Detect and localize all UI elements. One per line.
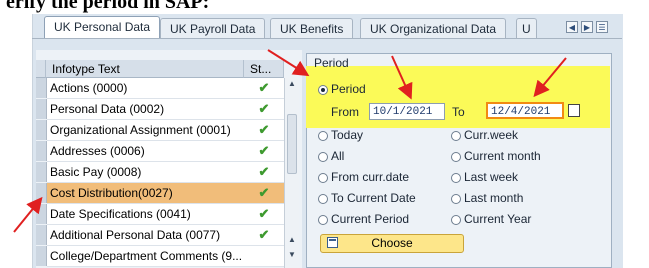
- radio-label-last-month: Last month: [464, 191, 524, 205]
- radio-current-month[interactable]: [451, 152, 461, 162]
- choose-button-label: Choose: [371, 236, 413, 250]
- check-icon: ✔: [258, 227, 270, 242]
- row-selector[interactable]: [36, 246, 47, 266]
- radio-label-current-period: Current Period: [331, 212, 410, 226]
- check-icon: ✔: [258, 101, 270, 116]
- tab-uk-personal-data[interactable]: UK Personal Data: [44, 16, 161, 39]
- radio-from-curr-date[interactable]: [318, 173, 328, 183]
- tab-strip-divider: [32, 38, 622, 39]
- table-row[interactable]: College/Department Comments (9...: [36, 246, 302, 267]
- from-date-field[interactable]: 10/1/2021: [369, 103, 445, 120]
- radio-label-today: Today: [331, 128, 364, 142]
- check-icon: ✔: [258, 164, 270, 179]
- check-icon: ✔: [258, 143, 270, 158]
- radio-last-month[interactable]: [451, 194, 461, 204]
- radio-label-all: All: [331, 149, 345, 163]
- calendar-icon[interactable]: [568, 104, 580, 117]
- period-group-title: Period: [314, 56, 349, 70]
- tab-uk-benefits[interactable]: UK Benefits: [270, 18, 354, 39]
- row-selector[interactable]: [36, 183, 47, 203]
- row-selector[interactable]: [36, 78, 47, 98]
- from-label: From: [331, 105, 359, 119]
- radio-label-from-curr-date: From curr.date: [331, 170, 410, 184]
- radio-period[interactable]: [318, 85, 328, 95]
- table-row[interactable]: Organizational Assignment (0001) ✔: [36, 120, 302, 141]
- radio-to-current-date[interactable]: [318, 194, 328, 204]
- column-header-status[interactable]: St...: [244, 60, 284, 78]
- table-row[interactable]: Basic Pay (0008) ✔: [36, 162, 302, 183]
- tab-scroll-left-icon[interactable]: ◀: [566, 21, 578, 33]
- radio-last-week[interactable]: [451, 173, 461, 183]
- infotype-text: Date Specifications (0041): [47, 204, 247, 225]
- infotype-text: Personal Data (0002): [47, 99, 247, 120]
- select-all-header[interactable]: [36, 60, 46, 78]
- infotype-text: Addresses (0006): [47, 141, 247, 162]
- table-scrollbar[interactable]: ▲ ▲ ▼: [284, 78, 299, 268]
- to-date-field[interactable]: 12/4/2021: [486, 102, 564, 119]
- column-header-infotype-text[interactable]: Infotype Text: [46, 60, 244, 78]
- row-selector[interactable]: [36, 120, 47, 140]
- table-row[interactable]: Actions (0000) ✔: [36, 78, 302, 99]
- infotype-text: College/Department Comments (9...: [47, 246, 247, 267]
- to-label: To: [452, 105, 465, 119]
- check-icon: ✔: [258, 185, 270, 200]
- choose-button[interactable]: Choose: [320, 234, 464, 253]
- check-icon: ✔: [258, 80, 270, 95]
- tab-scroll-right-icon[interactable]: ▶: [581, 21, 593, 33]
- radio-label-curr-week: Curr.week: [464, 128, 519, 142]
- scroll-up-icon[interactable]: ▲: [285, 234, 299, 246]
- scroll-down-icon[interactable]: ▼: [285, 249, 299, 261]
- row-selector[interactable]: [36, 225, 47, 245]
- radio-label-current-year: Current Year: [464, 212, 532, 226]
- table-row-selected[interactable]: Cost Distribution(0027) ✔: [36, 183, 302, 204]
- table-row[interactable]: Personal Data (0002) ✔: [36, 99, 302, 120]
- tab-uk-organizational-data[interactable]: UK Organizational Data: [360, 18, 507, 39]
- row-selector[interactable]: [36, 141, 47, 161]
- radio-label-current-month: Current month: [464, 149, 541, 163]
- row-selector[interactable]: [36, 162, 47, 182]
- infotype-text: Basic Pay (0008): [47, 162, 247, 183]
- table-row[interactable]: Additional Personal Data (0077) ✔: [36, 225, 302, 246]
- radio-all[interactable]: [318, 152, 328, 162]
- row-selector[interactable]: [36, 99, 47, 119]
- tab-list-icon[interactable]: ☰: [596, 21, 608, 33]
- infotype-text: Actions (0000): [47, 78, 247, 99]
- radio-label-to-current-date: To Current Date: [331, 191, 416, 205]
- row-selector[interactable]: [36, 204, 47, 224]
- infotype-text: Organizational Assignment (0001): [47, 120, 247, 141]
- tab-uk-payroll-data[interactable]: UK Payroll Data: [160, 18, 266, 39]
- check-icon: ✔: [258, 206, 270, 221]
- radio-curr-week[interactable]: [451, 131, 461, 141]
- radio-label-last-week: Last week: [464, 170, 519, 184]
- infotype-text: Additional Personal Data (0077): [47, 225, 247, 246]
- tab-truncated[interactable]: U: [516, 18, 537, 39]
- radio-current-period[interactable]: [318, 215, 328, 225]
- infotype-text: Cost Distribution(0027): [47, 183, 247, 204]
- radio-current-year[interactable]: [451, 215, 461, 225]
- check-icon: ✔: [258, 122, 270, 137]
- radio-today[interactable]: [318, 131, 328, 141]
- scroll-up-icon[interactable]: ▲: [285, 78, 299, 90]
- table-row[interactable]: Date Specifications (0041) ✔: [36, 204, 302, 225]
- radio-label-period: Period: [331, 82, 366, 96]
- table-row[interactable]: Addresses (0006) ✔: [36, 141, 302, 162]
- page-heading: erify the period in SAP:: [6, 0, 210, 13]
- scroll-thumb[interactable]: [287, 114, 297, 174]
